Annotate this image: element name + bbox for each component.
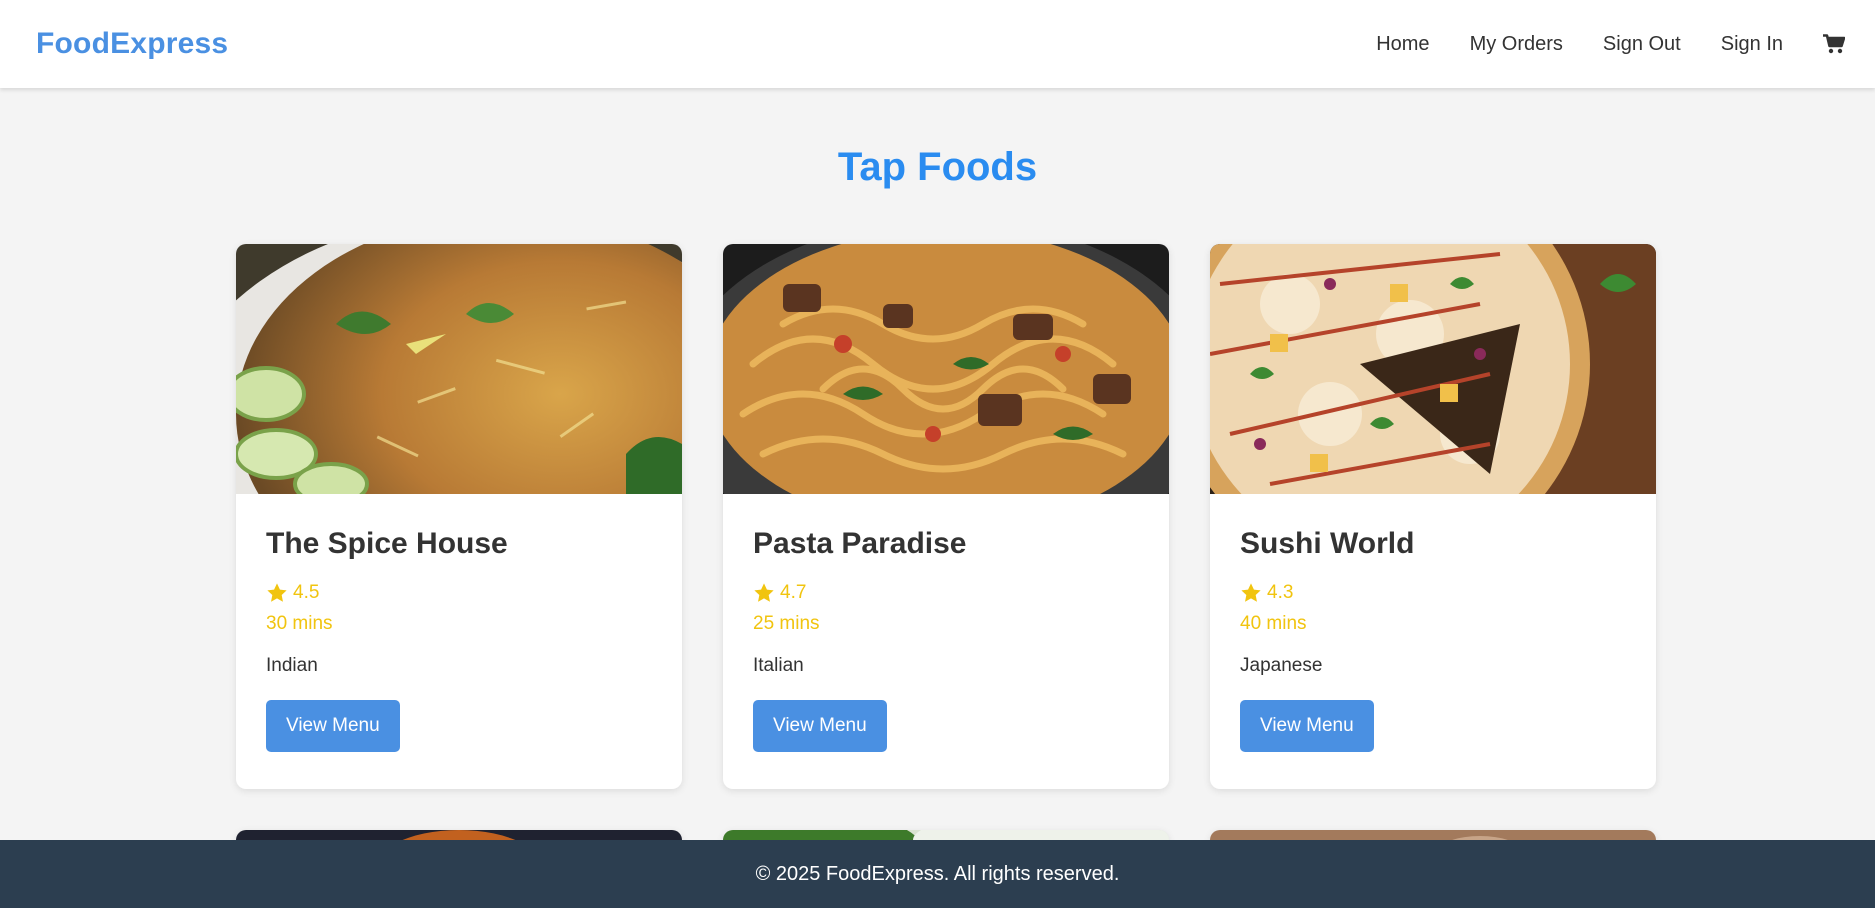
rating: 4.5: [266, 582, 652, 604]
delivery-time: 25 mins: [753, 613, 820, 634]
nav-home-link[interactable]: Home: [1376, 33, 1429, 56]
page-title: Tap Foods: [837, 145, 1038, 189]
restaurant-card: Sushi World 4.3 40 mins Japanese View Me…: [1210, 244, 1656, 789]
star-icon: [754, 583, 774, 602]
cart-icon[interactable]: [1821, 31, 1847, 57]
footer: © 2025 FoodExpress. All rights reserved.: [0, 840, 1875, 908]
food-photo-pasta[interactable]: [723, 244, 1169, 494]
rating: 4.7: [753, 582, 1139, 604]
restaurant-grid: The Spice House 4.5 30 mins Indian View …: [236, 244, 1656, 890]
rating-value: 4.7: [780, 582, 807, 603]
cuisine-label: Italian: [753, 655, 804, 676]
nav-my-orders-link[interactable]: My Orders: [1470, 33, 1563, 56]
star-icon: [1241, 583, 1261, 602]
view-menu-button[interactable]: View Menu: [753, 700, 887, 752]
nav-sign-out-link[interactable]: Sign Out: [1603, 33, 1681, 56]
view-menu-button[interactable]: View Menu: [1240, 700, 1374, 752]
food-photo-pizza[interactable]: [1210, 244, 1656, 494]
food-photo-biryani[interactable]: [236, 244, 682, 494]
restaurant-name[interactable]: The Spice House: [266, 527, 652, 560]
copyright-text: © 2025 FoodExpress. All rights reserved.: [755, 862, 1120, 885]
delivery-time: 30 mins: [266, 613, 333, 634]
star-icon: [267, 583, 287, 602]
nav-sign-in-link[interactable]: Sign In: [1721, 33, 1783, 56]
delivery-time: 40 mins: [1240, 613, 1307, 634]
main-nav: Home My Orders Sign Out Sign In: [1336, 31, 1847, 57]
cuisine-label: Japanese: [1240, 655, 1323, 676]
rating: 4.3: [1240, 582, 1626, 604]
rating-value: 4.5: [293, 582, 320, 603]
restaurant-card: The Spice House 4.5 30 mins Indian View …: [236, 244, 682, 789]
view-menu-button[interactable]: View Menu: [266, 700, 400, 752]
top-navbar: FoodExpress Home My Orders Sign Out Sign…: [0, 0, 1875, 88]
restaurant-name[interactable]: Pasta Paradise: [753, 527, 1139, 560]
brand-logo[interactable]: FoodExpress: [36, 27, 228, 61]
restaurant-name[interactable]: Sushi World: [1240, 527, 1626, 560]
cuisine-label: Indian: [266, 655, 318, 676]
restaurant-card: Pasta Paradise 4.7 25 mins Italian View …: [723, 244, 1169, 789]
rating-value: 4.3: [1267, 582, 1294, 603]
